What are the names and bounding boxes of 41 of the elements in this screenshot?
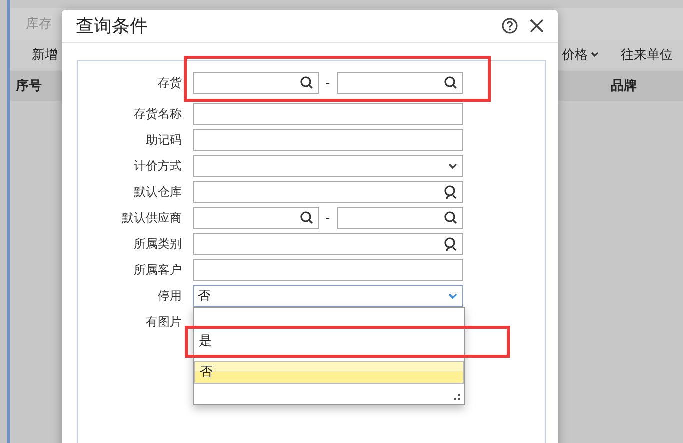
field-label: 计价方式 <box>133 158 183 174</box>
search-icon[interactable] <box>444 211 458 225</box>
close-icon[interactable] <box>530 19 544 33</box>
toolbar-button[interactable]: 新增 <box>32 46 58 64</box>
dialog-title: 查询条件 <box>76 15 149 38</box>
field-label: 停用 <box>157 288 183 304</box>
field-label: 存货 <box>157 74 183 92</box>
range-separator: - <box>324 76 332 90</box>
search-field[interactable] <box>337 72 463 94</box>
input-field[interactable] <box>193 259 463 281</box>
field-label: 有图片 <box>145 314 183 330</box>
select-field[interactable]: 否 <box>193 285 463 307</box>
toolbar-button[interactable]: 往来单位 <box>621 46 673 64</box>
field-label: 所属类别 <box>133 236 183 252</box>
field-label: 默认仓库 <box>133 184 183 200</box>
field-label: 助记码 <box>145 132 183 148</box>
person-search-icon[interactable] <box>443 184 458 200</box>
lookup-field[interactable] <box>193 233 463 255</box>
field-label: 存货名称 <box>133 106 183 122</box>
column-header: 序号 <box>16 78 42 95</box>
lookup-field[interactable] <box>193 181 463 203</box>
search-field[interactable] <box>193 207 319 229</box>
search-field[interactable] <box>337 207 463 229</box>
chevron-icon[interactable] <box>448 162 458 170</box>
field-label: 默认供应商 <box>121 210 183 226</box>
person-search-icon[interactable] <box>443 236 458 252</box>
range-separator: - <box>324 211 332 225</box>
input-field[interactable] <box>193 103 463 125</box>
search-icon[interactable] <box>300 76 314 90</box>
field-label: 所属客户 <box>133 262 183 278</box>
search-icon[interactable] <box>300 211 314 225</box>
column-header: 品牌 <box>611 78 637 95</box>
select-field[interactable] <box>193 155 463 177</box>
search-icon[interactable] <box>444 76 458 90</box>
resize-grip-icon[interactable] <box>453 393 461 401</box>
dropdown-option[interactable]: 是 <box>194 330 464 354</box>
input-field[interactable] <box>193 129 463 151</box>
dropdown-option[interactable]: 否 <box>194 361 464 384</box>
toolbar-button[interactable]: 价格 <box>562 46 599 64</box>
help-icon[interactable] <box>502 18 518 34</box>
search-field[interactable] <box>193 72 319 94</box>
